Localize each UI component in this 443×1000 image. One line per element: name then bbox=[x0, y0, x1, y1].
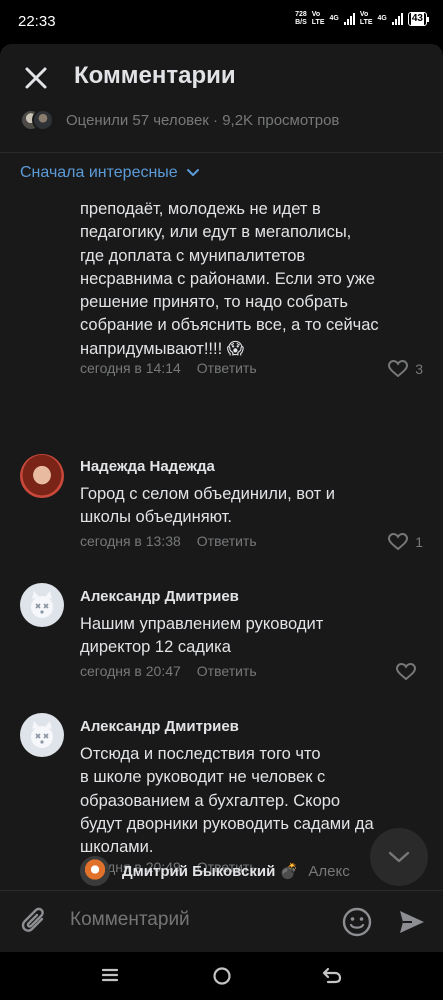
comment-line: Отсюда и последствия того что bbox=[80, 745, 321, 763]
sim2-gen: 4G bbox=[377, 15, 387, 22]
sim2-volte-top: Vo bbox=[359, 11, 369, 18]
sim1-volte: Vo LTE bbox=[312, 11, 325, 27]
comment-text: преподаёт, молодежь не идет в педагогику… bbox=[80, 198, 379, 361]
comments-sheet: Комментарии Оценили 57 человек · 9,2K пр… bbox=[0, 44, 443, 890]
comment-input[interactable] bbox=[70, 909, 320, 931]
emoji-button[interactable] bbox=[342, 907, 372, 942]
dog-avatar-icon bbox=[31, 591, 53, 618]
comment-text: Город с селом объединили, вот и школы об… bbox=[80, 483, 335, 530]
status-indicators: 728 B/S Vo LTE 4G Vo LTE 4G 43 bbox=[295, 11, 430, 27]
comment-time: сегодня в 14:14 bbox=[80, 360, 181, 376]
comment-line: где доплата с мунипалитетов bbox=[80, 246, 306, 265]
sort-dropdown[interactable]: Сначала интересные bbox=[20, 164, 200, 182]
like-button[interactable]: 3 bbox=[388, 360, 423, 378]
comment-author[interactable]: Надежда Надежда bbox=[80, 458, 215, 475]
sim1-volte-bottom: LTE bbox=[311, 19, 325, 26]
reply-button[interactable]: Ответить bbox=[197, 533, 257, 549]
sort-label: Сначала интересные bbox=[20, 164, 178, 181]
home-circle-icon bbox=[213, 967, 231, 985]
comment-line: собрание и объяснить все, а то сейчас bbox=[80, 316, 379, 335]
sim2-volte-bottom: LTE bbox=[359, 19, 373, 26]
reply-header: Дмитрий Быковский 💣 Алекс bbox=[122, 862, 350, 880]
comment-author[interactable]: Александр Дмитриев bbox=[80, 588, 239, 605]
menu-icon bbox=[101, 968, 119, 982]
heart-icon bbox=[388, 533, 409, 551]
network-speed-value: 728 bbox=[295, 11, 307, 18]
comments-feed[interactable]: преподаёт, молодежь не идет в педагогику… bbox=[0, 190, 443, 890]
close-icon bbox=[25, 67, 47, 89]
dog-avatar-icon bbox=[31, 721, 53, 748]
comment-line: директор 12 садика bbox=[80, 638, 231, 657]
likes-summary-row[interactable]: Оценили 57 человек · 9,2K просмотров bbox=[20, 109, 339, 131]
battery-level: 43 bbox=[410, 13, 424, 25]
paperclip-icon bbox=[21, 907, 44, 932]
chevron-down-icon bbox=[186, 169, 199, 176]
smile-icon bbox=[342, 907, 372, 937]
attach-button[interactable] bbox=[20, 906, 50, 943]
sim1-signal-icon bbox=[343, 13, 355, 25]
reply-button[interactable]: Ответить bbox=[197, 360, 257, 376]
comment-time: сегодня в 13:38 bbox=[80, 533, 181, 549]
reply-author[interactable]: Дмитрий Быковский bbox=[122, 863, 275, 880]
comment-meta: сегодня в 13:38 Ответить bbox=[80, 533, 257, 549]
comment-text: Нашим управлением руководит директор 12 … bbox=[80, 613, 323, 660]
like-count: 1 bbox=[415, 534, 423, 550]
comment-line: школы объединяют. bbox=[80, 508, 232, 527]
reply-avatar[interactable] bbox=[80, 856, 110, 886]
send-button[interactable] bbox=[398, 909, 426, 940]
header-divider bbox=[0, 152, 443, 153]
page-title: Комментарии bbox=[74, 62, 236, 89]
heart-icon bbox=[396, 663, 416, 681]
send-icon bbox=[400, 911, 424, 933]
sim2-signal-icon bbox=[391, 13, 403, 25]
home-button[interactable] bbox=[212, 966, 232, 991]
comment-line: образованием а бухгалтер. Скоро bbox=[80, 791, 341, 810]
avatar[interactable] bbox=[20, 583, 64, 627]
sim2-volte: Vo LTE bbox=[360, 11, 373, 27]
back-button[interactable] bbox=[322, 966, 342, 989]
chevron-down-icon bbox=[388, 851, 410, 863]
comment-time: сегодня в 20:47 bbox=[80, 663, 181, 679]
sim1-volte-top: Vo bbox=[311, 11, 321, 18]
status-bar: 22:33 728 B/S Vo LTE 4G Vo LTE 4G 43 bbox=[0, 0, 443, 44]
likes-summary-text: Оценили 57 человек · 9,2K просмотров bbox=[66, 111, 340, 129]
reply-button[interactable]: Ответить bbox=[197, 663, 257, 679]
comment-line: Город с селом объединили, вот и bbox=[80, 485, 335, 503]
liker-avatars bbox=[20, 109, 58, 131]
battery-icon: 43 bbox=[407, 12, 430, 26]
status-time: 22:33 bbox=[18, 13, 56, 30]
comment-line: школами. bbox=[80, 838, 154, 857]
comment-line: педагогику, или едут в мегаполисы, bbox=[80, 223, 352, 242]
system-nav-bar bbox=[0, 952, 443, 1000]
comment-line: Нашим управлением руководит bbox=[80, 615, 324, 633]
sim1-gen: 4G bbox=[329, 15, 339, 22]
like-button[interactable]: 1 bbox=[388, 533, 423, 551]
back-icon bbox=[322, 967, 342, 984]
author-emoji: 💣 bbox=[279, 863, 299, 880]
comment-line: напридумывают!!!! 😱 bbox=[80, 339, 244, 358]
network-speed-unit: B/S bbox=[295, 19, 307, 26]
close-button[interactable] bbox=[22, 64, 50, 92]
scroll-down-button[interactable] bbox=[370, 828, 428, 886]
like-button[interactable] bbox=[396, 663, 423, 681]
recent-apps-button[interactable] bbox=[101, 966, 119, 989]
comment-input-bar bbox=[0, 890, 443, 952]
reply-to-name[interactable]: Алекс bbox=[308, 863, 349, 880]
comment-line: будут дворники руководить садами да bbox=[80, 814, 374, 833]
avatar[interactable] bbox=[20, 454, 64, 498]
comment-line: в школе руководит не человек с bbox=[80, 768, 326, 787]
comment-author[interactable]: Александр Дмитриев bbox=[80, 718, 239, 735]
heart-icon bbox=[388, 360, 409, 378]
comment-line: несравнима с районами. Если это уже bbox=[80, 269, 376, 288]
avatar[interactable] bbox=[20, 713, 64, 757]
comment-line: решение принято, то надо собрать bbox=[80, 293, 348, 312]
like-count: 3 bbox=[415, 361, 423, 377]
comment-text: Отсюда и последствия того что в школе ру… bbox=[80, 743, 374, 859]
comment-meta: сегодня в 14:14 Ответить bbox=[80, 360, 257, 376]
liker-avatar bbox=[32, 109, 54, 131]
network-speed: 728 B/S bbox=[295, 11, 307, 27]
comment-line: преподаёт, молодежь не идет в bbox=[80, 200, 321, 218]
comment-meta: сегодня в 20:47 Ответить bbox=[80, 663, 257, 679]
